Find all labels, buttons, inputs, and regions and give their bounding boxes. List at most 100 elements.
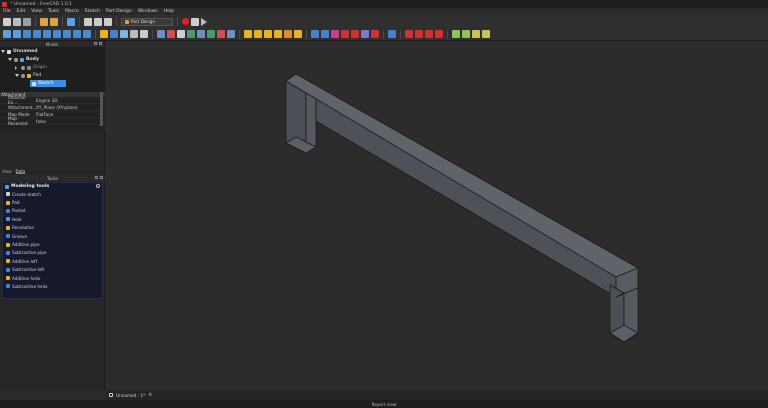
property-value[interactable]: Engine 3D (34, 98, 105, 103)
visibility-eye-icon[interactable] (14, 57, 18, 62)
additive-pipe-tool-icon[interactable] (274, 30, 282, 38)
tab-data[interactable]: Data (15, 169, 26, 174)
menu-tools[interactable]: Tools (48, 9, 59, 14)
measure-icon[interactable] (83, 30, 91, 38)
fillet-icon[interactable] (452, 30, 460, 38)
draw-style-icon[interactable] (23, 30, 31, 38)
model-face[interactable] (285, 73, 639, 278)
task-pad[interactable]: Pad (3, 198, 102, 206)
groove-tool-icon[interactable] (331, 30, 339, 38)
property-scrollbar[interactable] (100, 92, 103, 126)
group-icon[interactable] (130, 30, 138, 38)
property-row[interactable]: Attachment... XY_Plane (XY-plane) (0, 104, 105, 111)
visibility-eye-icon[interactable] (21, 73, 25, 78)
3d-model-canvas[interactable] (106, 41, 768, 390)
additive-helix-tool-icon[interactable] (284, 30, 292, 38)
shape-binder-icon[interactable] (197, 30, 205, 38)
view-right-icon[interactable] (73, 30, 81, 38)
visibility-eye-icon[interactable] (21, 65, 25, 70)
datum-point-icon[interactable] (157, 30, 165, 38)
close-icon[interactable]: × (148, 392, 152, 398)
view-front-icon[interactable] (53, 30, 61, 38)
report-view-toggle[interactable]: Report view (372, 402, 397, 407)
additive-primitive-icon[interactable] (294, 30, 302, 38)
property-value[interactable]: XY_Plane (XY-plane) (34, 105, 105, 110)
datum-line-icon[interactable] (167, 30, 175, 38)
tab-view[interactable]: View (2, 169, 12, 174)
close-panel-icon[interactable] (99, 42, 102, 45)
subtractive-loft-tool-icon[interactable] (341, 30, 349, 38)
subtractive-helix-tool-icon[interactable] (361, 30, 369, 38)
tree-item-body[interactable]: Body (8, 56, 104, 63)
menu-file[interactable]: File (3, 9, 11, 14)
tree-item-pad[interactable]: Pad (15, 72, 104, 79)
open-document-icon[interactable] (13, 17, 21, 26)
macro-execute-icon[interactable] (201, 17, 207, 26)
workbench-selector[interactable]: Part Design (121, 17, 173, 26)
tree-item-sketch[interactable]: Sketch (30, 80, 66, 87)
stereo-icon[interactable] (33, 30, 41, 38)
fit-all-icon[interactable] (3, 30, 11, 38)
view-top-icon[interactable] (63, 30, 71, 38)
cut-icon[interactable] (84, 17, 92, 26)
task-additive-helix[interactable]: Additive helix (3, 274, 102, 282)
task-hole[interactable]: Hole (3, 215, 102, 223)
clone-icon[interactable] (217, 30, 225, 38)
task-additive-pipe[interactable]: Additive pipe (3, 240, 102, 248)
tree-item-unnamed[interactable]: Unnamed (1, 48, 105, 55)
additive-loft-tool-icon[interactable] (264, 30, 272, 38)
copy-icon[interactable] (94, 17, 102, 26)
property-row[interactable]: Map Reversed false (0, 116, 105, 126)
task-subtractive-helix[interactable]: Subtractive helix (3, 282, 102, 290)
boolean-icon[interactable] (388, 30, 396, 38)
save-document-icon[interactable] (23, 17, 31, 26)
menu-view[interactable]: View (31, 9, 42, 14)
task-subtractive-loft[interactable]: Subtractive loft (3, 266, 102, 274)
draft-icon[interactable] (472, 30, 480, 38)
new-document-icon[interactable] (3, 17, 11, 26)
menu-help[interactable]: Help (164, 9, 174, 14)
menu-edit[interactable]: Edit (17, 9, 26, 14)
float-panel-icon[interactable] (95, 176, 98, 179)
redo-icon[interactable] (50, 17, 58, 26)
macro-record-icon[interactable] (182, 18, 189, 25)
thickness-icon[interactable] (482, 30, 490, 38)
task-additive-loft[interactable]: Additive loft (3, 257, 102, 265)
task-create-sketch[interactable]: Create sketch (3, 190, 102, 198)
property-value[interactable]: false (34, 119, 105, 124)
task-subtractive-pipe[interactable]: Subtractive pipe (3, 249, 102, 257)
sketch-tool-icon[interactable] (227, 30, 235, 38)
paste-icon[interactable] (104, 17, 112, 26)
task-revolution[interactable]: Revolution (3, 224, 102, 232)
create-part-icon[interactable] (110, 30, 118, 38)
subtractive-pipe-tool-icon[interactable] (351, 30, 359, 38)
hole-tool-icon[interactable] (321, 30, 329, 38)
revolution-tool-icon[interactable] (254, 30, 262, 38)
macro-edit-icon[interactable] (191, 17, 199, 26)
document-tab-unnamed[interactable]: Unnamed : 1* × (109, 392, 152, 398)
mirrored-icon[interactable] (405, 30, 413, 38)
menu-macro[interactable]: Macro (65, 9, 79, 14)
linear-pattern-icon[interactable] (415, 30, 423, 38)
property-row[interactable]: Attacher En... Engine 3D (0, 95, 105, 105)
expand-arrow-icon[interactable] (1, 50, 5, 53)
task-pocket[interactable]: Pocket (3, 207, 102, 215)
menu-windows[interactable]: Windows (138, 9, 158, 14)
task-groove[interactable]: Groove (3, 232, 102, 240)
property-value[interactable]: FlatFace (34, 112, 105, 117)
pad-tool-icon[interactable] (244, 30, 252, 38)
view-isometric-icon[interactable] (43, 30, 51, 38)
datum-plane-icon[interactable] (177, 30, 185, 38)
link-icon[interactable] (120, 30, 128, 38)
menu-sketch[interactable]: Sketch (85, 9, 100, 14)
pocket-tool-icon[interactable] (311, 30, 319, 38)
subtractive-primitive-icon[interactable] (371, 30, 379, 38)
whats-this-icon[interactable] (140, 30, 148, 38)
chamfer-icon[interactable] (462, 30, 470, 38)
local-cs-icon[interactable] (187, 30, 195, 38)
close-panel-icon[interactable] (100, 176, 103, 179)
fit-selection-icon[interactable] (13, 30, 21, 38)
multi-transform-icon[interactable] (435, 30, 443, 38)
expand-arrow-icon[interactable] (8, 58, 12, 61)
expand-arrow-icon[interactable] (15, 74, 19, 77)
